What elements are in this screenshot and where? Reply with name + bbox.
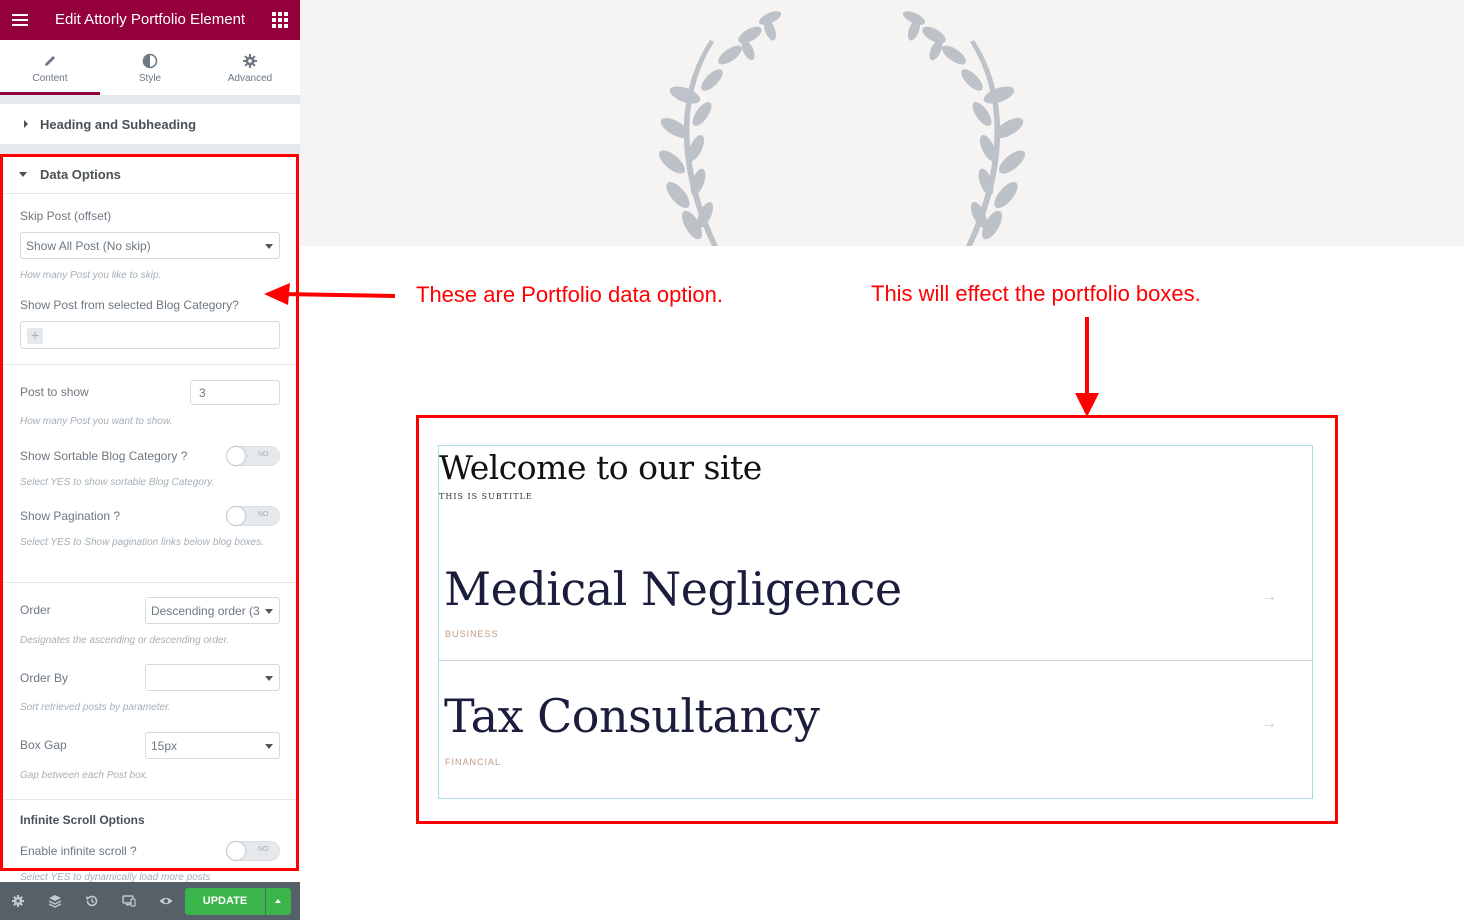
history-icon[interactable] xyxy=(84,893,100,909)
boxgap-select[interactable]: 15px xyxy=(145,732,280,759)
order-value: Descending order (3 xyxy=(151,604,260,618)
chevron-down-icon xyxy=(265,244,273,249)
caret-right-icon xyxy=(24,120,28,128)
section-heading-label: Heading and Subheading xyxy=(40,117,197,132)
gear-icon xyxy=(243,54,257,68)
infinite-toggle[interactable]: NO xyxy=(226,841,280,861)
divider xyxy=(439,660,1312,661)
divider xyxy=(0,582,300,583)
post-to-show-help: How many Post you want to show. xyxy=(20,416,173,427)
portfolio-subtitle: THIS IS SUBTITLE xyxy=(439,492,533,501)
order-help: Designates the ascending or descending o… xyxy=(20,635,230,646)
panel-footer: UPDATE xyxy=(0,882,300,920)
infinite-label: Enable infinite scroll ? xyxy=(20,844,137,858)
pencil-icon xyxy=(45,56,55,66)
tab-advanced[interactable]: Advanced xyxy=(200,40,300,95)
caret-up-icon xyxy=(275,899,281,903)
toggle-knob xyxy=(227,507,245,525)
toggle-knob xyxy=(227,447,245,465)
divider xyxy=(0,799,300,800)
sortable-help: Select YES to show sortable Blog Categor… xyxy=(20,477,215,488)
arrow-down-icon xyxy=(1075,317,1099,417)
annotation-left-note: These are Portfolio data option. xyxy=(416,282,723,307)
section-heading-subheading[interactable]: Heading and Subheading xyxy=(0,104,300,144)
panel-header: Edit Attorly Portfolio Element xyxy=(0,0,300,40)
tab-content[interactable]: Content xyxy=(0,40,100,95)
infinite-scroll-heading: Infinite Scroll Options xyxy=(20,813,145,827)
sortable-toggle-text: NO xyxy=(258,451,269,458)
tab-advanced-label: Advanced xyxy=(227,73,273,84)
responsive-devices-icon[interactable] xyxy=(121,893,137,909)
boxgap-value: 15px xyxy=(151,739,178,753)
arrow-right-icon[interactable]: → xyxy=(1261,588,1277,606)
divider xyxy=(0,364,300,365)
portfolio-item-category: BUSINESS xyxy=(445,629,499,639)
sortable-toggle[interactable]: NO xyxy=(226,446,280,466)
infinite-toggle-text: NO xyxy=(258,846,269,853)
tab-content-label: Content xyxy=(32,73,68,84)
section-data-options[interactable]: Data Options xyxy=(0,154,300,194)
chevron-down-icon xyxy=(265,609,273,614)
eye-preview-icon[interactable] xyxy=(158,893,174,909)
pagination-label: Show Pagination ? xyxy=(20,509,121,523)
pagination-toggle[interactable]: NO xyxy=(226,506,280,526)
order-select[interactable]: Descending order (3 xyxy=(145,597,280,624)
boxgap-help: Gap between each Post box. xyxy=(20,770,149,781)
laurel-wreath-icon xyxy=(658,11,1026,246)
annotation-right-note: This will effect the portfolio boxes. xyxy=(871,281,1201,306)
arrow-left-icon xyxy=(264,283,396,305)
orderby-select[interactable] xyxy=(145,664,280,691)
portfolio-item-title[interactable]: Tax Consultancy xyxy=(444,689,820,743)
category-select2-input[interactable]: + xyxy=(20,321,280,349)
settings-gear-icon[interactable] xyxy=(10,893,26,909)
portfolio-title: Welcome to our site xyxy=(439,448,762,487)
post-to-show-label: Post to show xyxy=(20,385,89,399)
caret-down-icon xyxy=(19,172,27,177)
skip-post-help: How many Post you like to skip. xyxy=(20,270,162,281)
hamburger-menu-icon[interactable] xyxy=(10,10,30,30)
portfolio-widget[interactable]: Welcome to our site THIS IS SUBTITLE Med… xyxy=(438,445,1313,799)
update-options-button[interactable] xyxy=(266,888,291,915)
layers-icon[interactable] xyxy=(47,893,63,909)
plus-icon: + xyxy=(27,328,43,344)
arrow-right-icon[interactable]: → xyxy=(1261,715,1277,733)
widgets-grid-icon[interactable] xyxy=(272,12,288,28)
section-data-label: Data Options xyxy=(40,167,121,182)
orderby-label: Order By xyxy=(20,671,69,685)
pagination-toggle-text: NO xyxy=(258,511,269,518)
chevron-down-icon xyxy=(265,744,273,749)
tab-style[interactable]: Style xyxy=(100,40,200,95)
tab-style-label: Style xyxy=(138,73,162,84)
order-label: Order xyxy=(20,603,51,617)
chevron-down-icon xyxy=(265,676,273,681)
portfolio-item-category: FINANCIAL xyxy=(445,757,502,767)
sortable-label: Show Sortable Blog Category ? xyxy=(20,449,188,463)
post-to-show-input[interactable]: 3 xyxy=(190,380,280,405)
boxgap-label: Box Gap xyxy=(20,738,67,752)
pagination-help: Select YES to Show pagination links belo… xyxy=(20,537,264,548)
panel-tabs: Content Style Advanced xyxy=(0,40,300,95)
orderby-help: Sort retrieved posts by parameter. xyxy=(20,702,171,713)
toggle-knob xyxy=(227,842,245,860)
data-options-panel: Data Options Skip Post (offset) Show All… xyxy=(0,154,300,883)
category-label: Show Post from selected Blog Category? xyxy=(20,298,239,312)
panel-title: Edit Attorly Portfolio Element xyxy=(55,11,246,28)
skip-post-label: Skip Post (offset) xyxy=(20,209,112,223)
half-circle-icon xyxy=(142,53,158,69)
skip-post-value: Show All Post (No skip) xyxy=(26,239,151,253)
skip-post-select[interactable]: Show All Post (No skip) xyxy=(20,232,280,259)
editor-panel: Edit Attorly Portfolio Element Content S… xyxy=(0,0,300,920)
update-button[interactable]: UPDATE xyxy=(185,888,265,915)
hero-section xyxy=(300,0,1464,246)
portfolio-item-title[interactable]: Medical Negligence xyxy=(444,562,902,616)
